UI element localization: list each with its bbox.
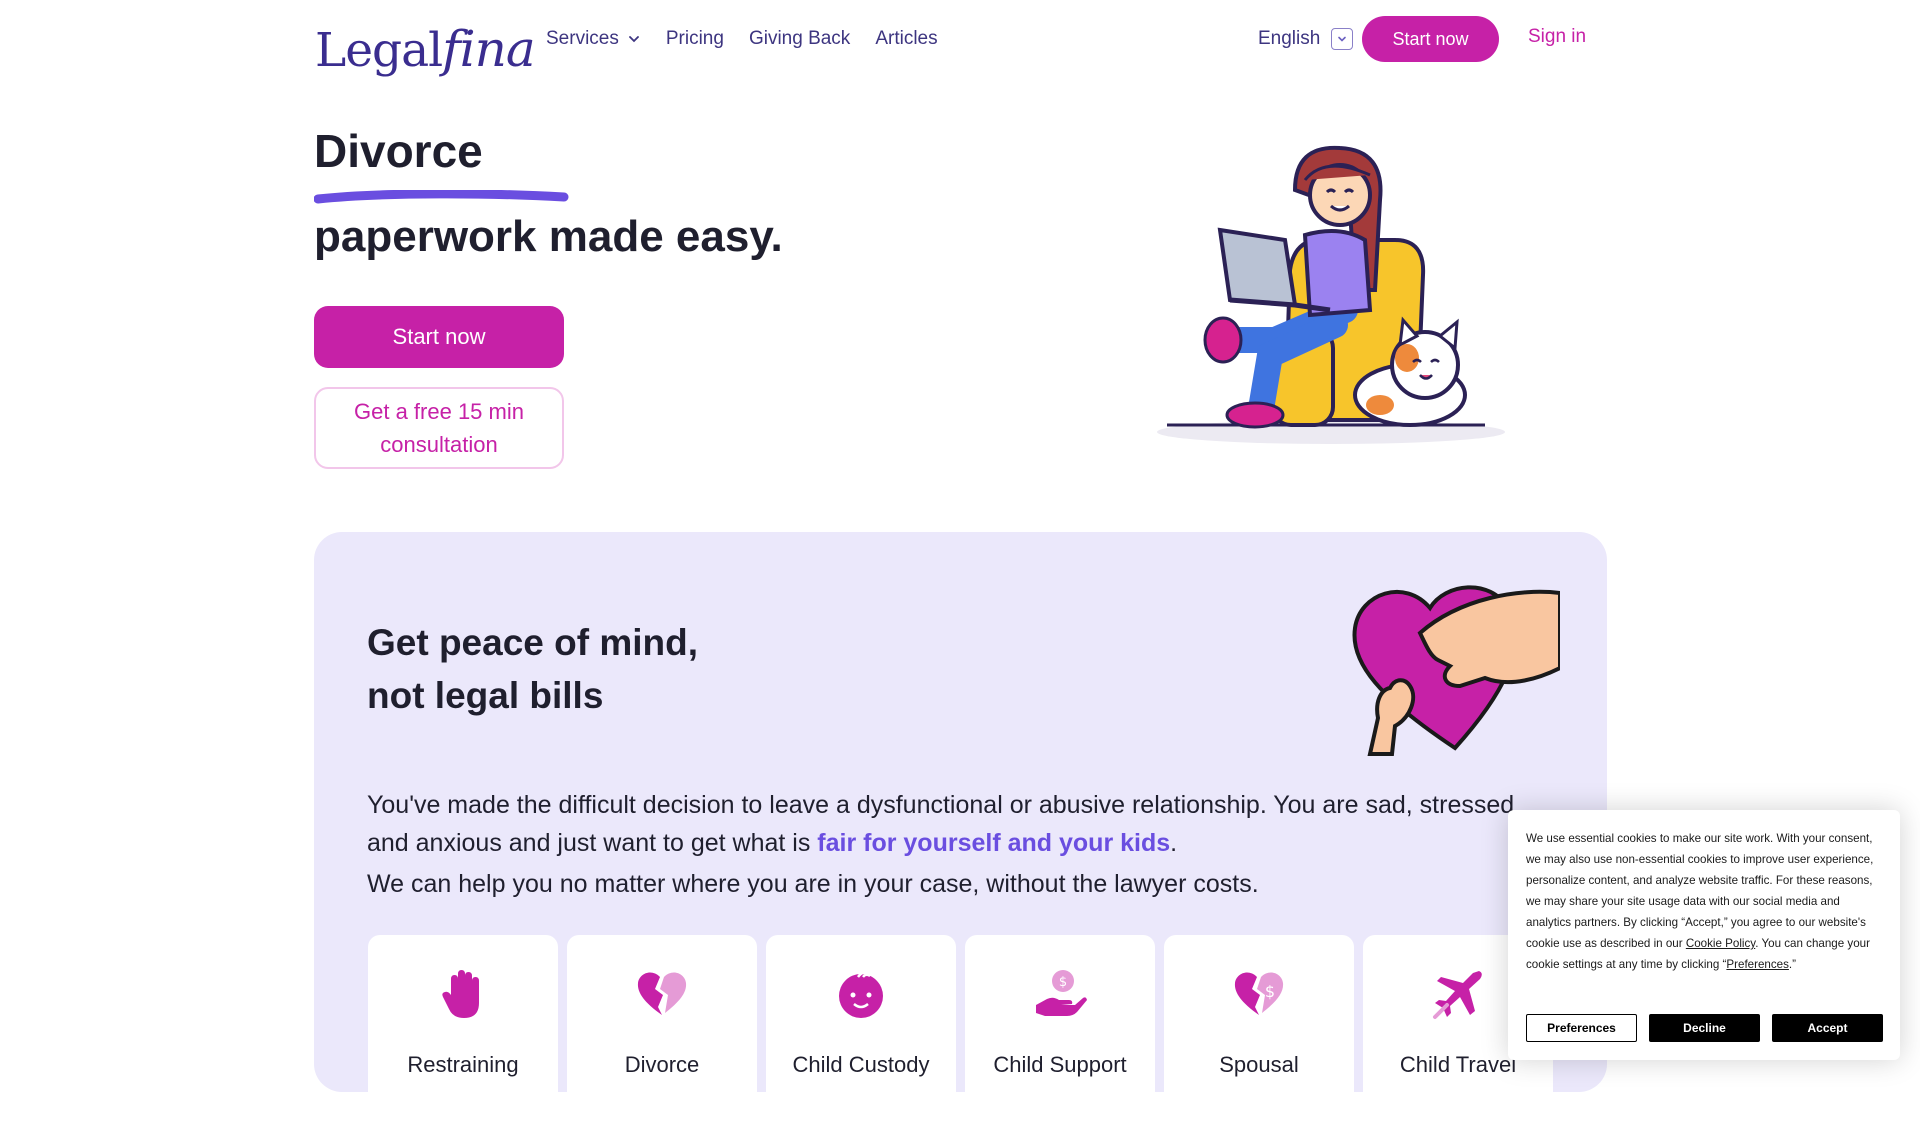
chevron-down-icon bbox=[1331, 28, 1354, 50]
cookie-consent-banner: We use essential cookies to make our sit… bbox=[1508, 810, 1900, 1060]
service-card-label: Child Custody bbox=[792, 1052, 930, 1077]
service-card-label: Child Support bbox=[993, 1052, 1127, 1077]
hero-start-now-button[interactable]: Start now bbox=[314, 306, 564, 368]
airplane-icon bbox=[1433, 971, 1482, 1019]
cookie-policy-link[interactable]: Cookie Policy bbox=[1686, 937, 1755, 950]
header-start-now-button[interactable]: Start now bbox=[1362, 16, 1499, 62]
svg-text:$: $ bbox=[1265, 982, 1275, 1001]
broken-heart-icon bbox=[637, 972, 687, 1015]
title-underline-decoration bbox=[314, 190, 569, 204]
service-card-divorce[interactable]: Divorce bbox=[567, 935, 757, 1135]
nav-giving-back[interactable]: Giving Back bbox=[749, 28, 850, 50]
chevron-down-icon bbox=[628, 36, 639, 43]
service-card-label: Spousal bbox=[1219, 1052, 1299, 1077]
cookie-text: We use essential cookies to make our sit… bbox=[1526, 828, 1886, 975]
cookie-text-a: We use essential cookies to make our sit… bbox=[1526, 832, 1874, 950]
sign-in-link[interactable]: Sign in bbox=[1528, 26, 1586, 48]
para1-highlight: fair for yourself and your kids bbox=[817, 829, 1171, 857]
service-cards: Restraining Divorce Child Custody $ Chil… bbox=[368, 935, 1553, 1135]
cookie-text-c: .” bbox=[1788, 958, 1797, 971]
service-card-child-custody[interactable]: Child Custody bbox=[766, 935, 956, 1135]
panel-intro-paragraph: You've made the difficult decision to le… bbox=[367, 786, 1547, 862]
baby-icon bbox=[839, 971, 883, 1018]
woman-laptop-cat-illustration bbox=[1157, 145, 1505, 444]
language-selector[interactable]: English bbox=[1258, 23, 1354, 55]
heart-hands-illustration bbox=[1352, 585, 1560, 756]
panel-title-line1: Get peace of mind, bbox=[367, 622, 699, 663]
free-consultation-button[interactable]: Get a free 15 min consultation bbox=[314, 387, 564, 469]
cookie-accept-button[interactable]: Accept bbox=[1772, 1014, 1883, 1042]
service-card-label: Restraining bbox=[407, 1052, 519, 1077]
cookie-preferences-button[interactable]: Preferences bbox=[1526, 1014, 1637, 1042]
panel-help-paragraph: We can help you no matter where you are … bbox=[367, 870, 1259, 898]
nav-services[interactable]: Services bbox=[546, 28, 641, 50]
language-label: English bbox=[1258, 28, 1321, 49]
money-hand-icon: $ bbox=[1036, 970, 1087, 1016]
panel-title: Get peace of mind, not legal bills bbox=[367, 616, 698, 722]
hand-icon bbox=[442, 970, 479, 1018]
legalfina-logo[interactable]: Legal fina bbox=[315, 8, 536, 78]
nav-articles[interactable]: Articles bbox=[875, 28, 937, 50]
cookie-preferences-link[interactable]: Preferences bbox=[1726, 958, 1789, 971]
panel-title-line2: not legal bills bbox=[367, 675, 604, 716]
svg-text:$: $ bbox=[1059, 975, 1067, 990]
service-card-restraining[interactable]: Restraining bbox=[368, 935, 558, 1135]
service-card-label: Divorce bbox=[624, 1052, 700, 1077]
service-card-child-support[interactable]: $ Child Support bbox=[965, 935, 1155, 1135]
hero-title: Divorce bbox=[314, 125, 483, 177]
broken-heart-dollar-icon: $ bbox=[1234, 972, 1284, 1015]
nav-pricing[interactable]: Pricing bbox=[666, 28, 724, 50]
logo-text-legal: Legal bbox=[315, 23, 443, 78]
service-card-spousal[interactable]: $ Spousal bbox=[1164, 935, 1354, 1135]
logo-text-fina: fina bbox=[442, 20, 536, 78]
cookie-decline-button[interactable]: Decline bbox=[1649, 1014, 1760, 1042]
main-nav: Services Pricing Giving Back Articles bbox=[546, 22, 963, 56]
nav-services-label: Services bbox=[546, 28, 619, 49]
para1-text-b: . bbox=[1170, 829, 1178, 857]
hero-subtitle: paperwork made easy. bbox=[314, 212, 783, 261]
